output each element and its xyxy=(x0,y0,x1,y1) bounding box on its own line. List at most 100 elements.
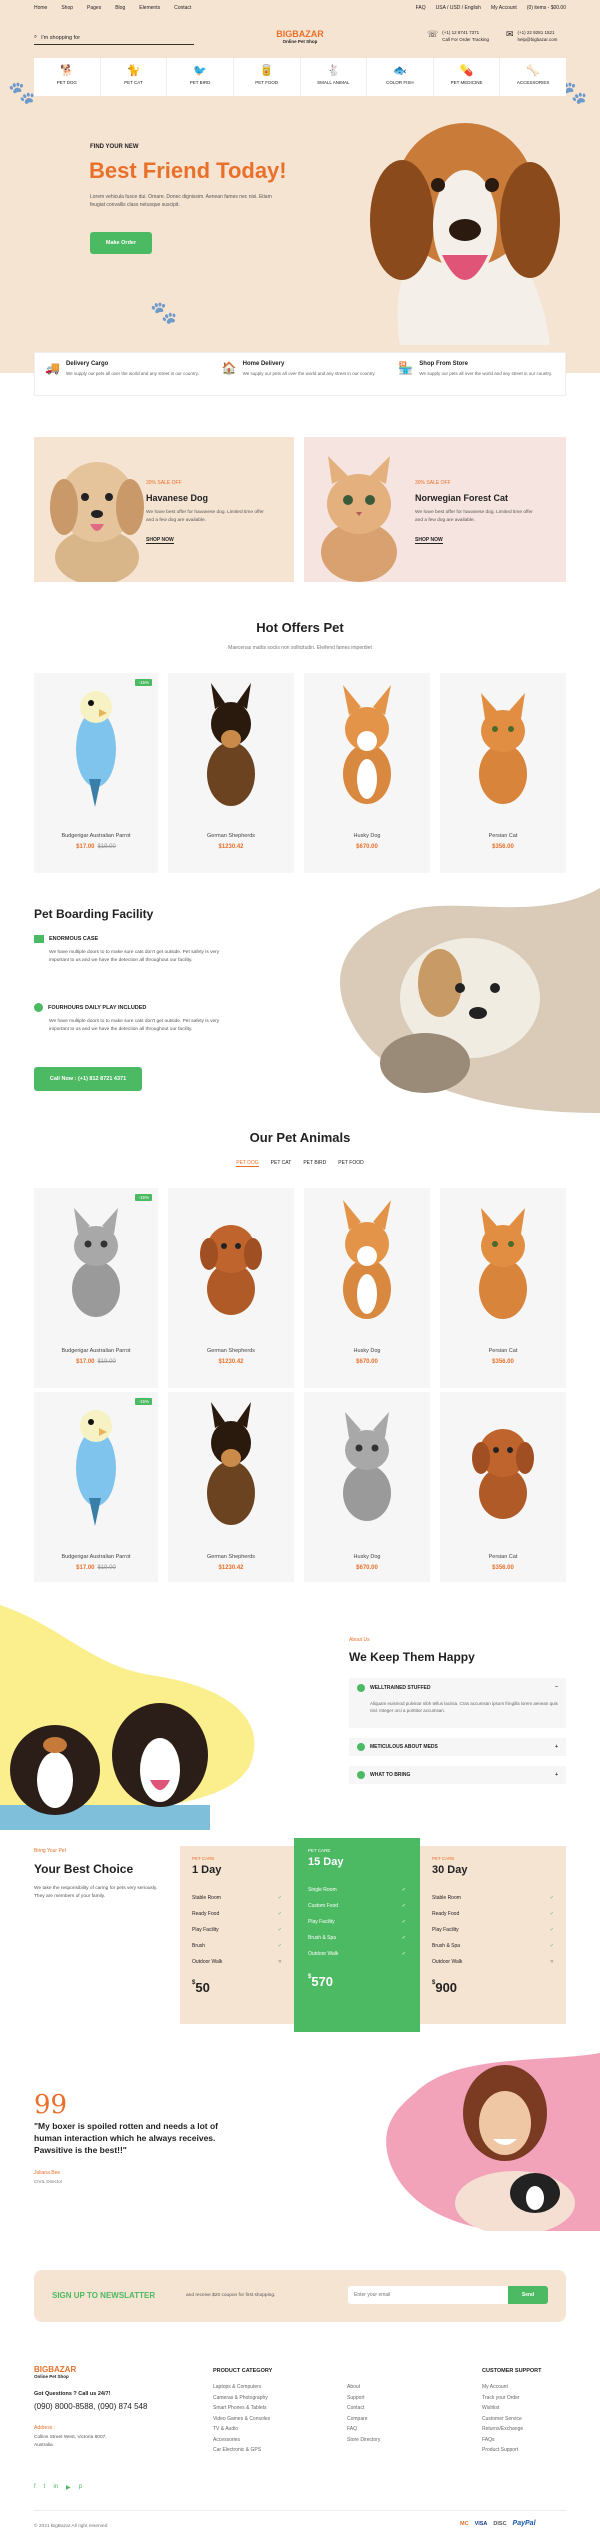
footer-link[interactable]: Wishlist xyxy=(482,2403,542,2414)
product-card[interactable]: German Shepherds $1230.42 xyxy=(168,1188,294,1388)
rabbit-icon: 🐇 xyxy=(326,65,341,77)
footer-link[interactable]: Support xyxy=(347,2393,380,2404)
shop-now-link[interactable]: SHOP NOW xyxy=(415,537,443,544)
footer-link[interactable]: Returns/Exchange xyxy=(482,2424,542,2435)
plus-icon[interactable]: + xyxy=(555,1744,558,1750)
footer-link[interactable]: Store Directory xyxy=(347,2435,380,2446)
footer-link[interactable]: Product Support xyxy=(482,2445,542,2456)
category-pet-bird[interactable]: 🐦 PET BIRD xyxy=(167,58,234,96)
footer-logo[interactable]: BIGBAZAR Online Pet Shop xyxy=(34,2365,76,2379)
product-name[interactable]: Persian Cat xyxy=(440,1554,566,1560)
footer-link[interactable]: Car Electronic & GPS xyxy=(213,2445,272,2456)
faq-link[interactable]: FAQ xyxy=(416,5,426,11)
product-card[interactable]: Persian Cat $356.00 xyxy=(440,1392,566,1582)
collar-icon: 🦴 xyxy=(526,65,541,77)
product-name[interactable]: German Shepherds xyxy=(168,833,294,839)
account-link[interactable]: My Account xyxy=(491,5,517,11)
shop-now-link[interactable]: SHOP NOW xyxy=(146,537,174,544)
product-card[interactable]: -15% Budgerigar Australian Parrot $17.00… xyxy=(34,1392,158,1582)
category-pet-cat[interactable]: 🐈 PET CAT xyxy=(101,58,168,96)
facebook-icon[interactable]: f xyxy=(34,2484,36,2491)
footer-link[interactable]: Smart Phones & Tablets xyxy=(213,2403,272,2414)
product-name[interactable]: German Shepherds xyxy=(168,1348,294,1354)
product-card[interactable]: Husky Dog $670.00 xyxy=(304,1392,430,1582)
pricing-card-30-day[interactable]: PET CARE 30 Day Stable Room ✓ Ready Food ✓… xyxy=(420,1846,566,2024)
nav-pages[interactable]: Pages xyxy=(87,5,101,11)
category-pet-dog[interactable]: 🐕 PET DOG xyxy=(34,58,101,96)
footer-link[interactable]: Compare xyxy=(347,2414,380,2425)
linkedin-icon[interactable]: in xyxy=(53,2484,58,2491)
footer-link[interactable]: Accessories xyxy=(213,2435,272,2446)
nav-elements[interactable]: Elements xyxy=(139,5,160,11)
locale-select[interactable]: USA / USD / English xyxy=(436,5,481,11)
footer-col-support: CUSTOMER SUPPORT My Account Track your O… xyxy=(482,2368,542,2456)
tab-pet-dog[interactable]: PET DOG xyxy=(236,1160,259,1167)
product-name[interactable]: Husky Dog xyxy=(304,833,430,839)
tab-pet-food[interactable]: PET FOOD xyxy=(338,1160,363,1167)
footer-link[interactable]: Contact xyxy=(347,2403,380,2414)
footer-link[interactable]: Track your Order xyxy=(482,2393,542,2404)
logo[interactable]: BIGBAZAR Online Pet Shop xyxy=(250,29,350,44)
pricing-card-1-day[interactable]: PET CARE 1 Day Stable Room ✓ Ready Food ✓ … xyxy=(180,1846,294,2024)
promo-havanese[interactable]: 30% SALE OFF Havanese Dog We have best o… xyxy=(34,437,294,582)
tab-pet-bird[interactable]: PET BIRD xyxy=(303,1160,326,1167)
product-name[interactable]: Budgerigar Australian Parrot xyxy=(34,1348,158,1354)
footer-link[interactable]: Cameras & Photography xyxy=(213,2393,272,2404)
product-card[interactable]: Persian Cat $356.00 xyxy=(440,1188,566,1388)
product-card[interactable]: Persian Cat $356.00 xyxy=(440,673,566,873)
search-bar[interactable]: ⌕ I'm shopping for xyxy=(34,31,194,45)
product-name[interactable]: Husky Dog xyxy=(304,1348,430,1354)
product-card[interactable]: German Shepherds $1230.42 xyxy=(168,1392,294,1582)
accordion-item[interactable]: WHAT TO BRING + xyxy=(349,1766,566,1784)
footer-link[interactable]: TV & Audio xyxy=(213,2424,272,2435)
nav-blog[interactable]: Blog xyxy=(115,5,125,11)
accordion-item-open[interactable]: WELLTRAINED STUFFED − Aliquam euismod pul… xyxy=(349,1678,566,1728)
footer-link[interactable]: My Account xyxy=(482,2382,542,2393)
plus-icon[interactable]: + xyxy=(555,1772,558,1778)
product-card[interactable]: German Shepherds $1230.42 xyxy=(168,673,294,873)
newsletter-title: SIGN UP TO NEWSLATTER xyxy=(52,2291,156,2300)
product-card[interactable]: -15% Budgerigar Australian Parrot $17.00… xyxy=(34,1188,158,1388)
call-now-button[interactable]: Call Now : (+1) 812 8721 4371 xyxy=(34,1067,142,1091)
product-card[interactable]: -15% Budgerigar Australian Parrot $17.00… xyxy=(34,673,158,873)
youtube-icon[interactable]: ▶ xyxy=(66,2484,71,2491)
category-pet-food[interactable]: 🥫 PET FOOD xyxy=(234,58,301,96)
cart-link[interactable]: (0) items - $00.00 xyxy=(527,5,566,11)
product-name[interactable]: Budgerigar Australian Parrot xyxy=(34,833,158,839)
footer-link[interactable]: About xyxy=(347,2382,380,2393)
pinterest-icon[interactable]: p xyxy=(79,2484,82,2491)
send-button[interactable]: Send xyxy=(508,2286,548,2304)
accordion-item[interactable]: METICULOUS ABOUT MEDS + xyxy=(349,1738,566,1756)
check-icon: ✓ xyxy=(549,1943,554,1949)
search-input[interactable]: I'm shopping for xyxy=(41,35,80,41)
nav-shop[interactable]: Shop xyxy=(61,5,73,11)
footer-link[interactable]: FAQ xyxy=(347,2424,380,2435)
footer-link[interactable]: Video Games & Consoles xyxy=(213,2414,272,2425)
minus-icon[interactable]: − xyxy=(555,1684,558,1692)
tab-pet-cat[interactable]: PET CAT xyxy=(271,1160,292,1167)
footer-link[interactable]: FAQs xyxy=(482,2435,542,2446)
bird-icon: 🐦 xyxy=(193,65,207,77)
category-color-fish[interactable]: 🐟 COLOR FISH xyxy=(367,58,434,96)
email-field[interactable]: Enter your email xyxy=(348,2286,508,2304)
product-name[interactable]: Husky Dog xyxy=(304,1554,430,1560)
check-icon: ✓ xyxy=(401,1951,406,1957)
product-name[interactable]: Persian Cat xyxy=(440,833,566,839)
category-pet-medicine[interactable]: 💊 PET MEDICINE xyxy=(434,58,501,96)
pricing-card-15-day[interactable]: PET CARE 15 Day Single Room ✓ Custom Food… xyxy=(294,1838,420,2032)
category-accessories[interactable]: 🦴 ACCESSORIES xyxy=(500,58,566,96)
search-icon[interactable]: ⌕ xyxy=(34,34,37,41)
footer-link[interactable]: Laptops & Computers xyxy=(213,2382,272,2393)
product-name[interactable]: Budgerigar Australian Parrot xyxy=(34,1554,158,1560)
product-card[interactable]: Husky Dog $670.00 xyxy=(304,673,430,873)
footer-link[interactable]: Customer Service xyxy=(482,2414,542,2425)
category-small-animal[interactable]: 🐇 SMALL ANIMAL xyxy=(301,58,368,96)
nav-contact[interactable]: Contact xyxy=(174,5,191,11)
twitter-icon[interactable]: t xyxy=(44,2484,46,2491)
make-order-button[interactable]: Make Order xyxy=(90,232,152,254)
product-name[interactable]: Persian Cat xyxy=(440,1348,566,1354)
product-name[interactable]: German Shepherds xyxy=(168,1554,294,1560)
product-card[interactable]: Husky Dog $670.00 xyxy=(304,1188,430,1388)
promo-norwegian-cat[interactable]: 30% SALE OFF Norwegian Forest Cat We hav… xyxy=(304,437,566,582)
nav-home[interactable]: Home xyxy=(34,5,47,11)
